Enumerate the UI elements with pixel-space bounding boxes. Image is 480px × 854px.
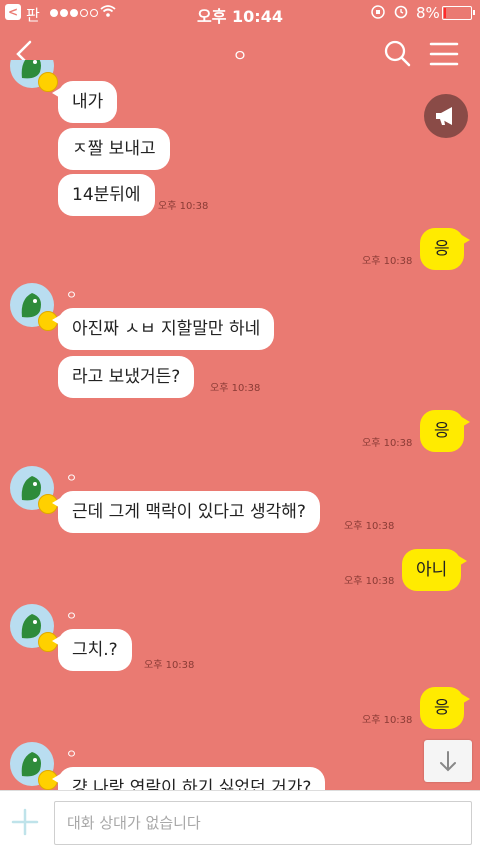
message-input-bar (0, 790, 480, 854)
avatar[interactable] (10, 60, 58, 92)
my-message-bubble[interactable]: 응 (420, 228, 470, 270)
sender-name: ㅇ (66, 288, 78, 302)
sender-name: ㅇ (66, 471, 78, 485)
message-timestamp: 오후 10:38 (362, 256, 413, 267)
message-bubble[interactable]: 걍 나랑 연락이 하기 싫었던 거가? (51, 767, 326, 790)
plus-icon[interactable] (10, 807, 40, 837)
message-bubble[interactable]: 내가 (51, 81, 118, 123)
message-bubble[interactable]: 그치.? (52, 629, 132, 671)
my-message-bubble[interactable]: 응 (420, 410, 470, 452)
message-bubble[interactable]: 라고 보냈거든? (58, 356, 195, 398)
message-bubble[interactable]: 14분뒤에 (58, 174, 155, 216)
status-bar: < 판 오후 10:44 8% (0, 0, 480, 26)
message-timestamp: 오후 10:38 (144, 660, 195, 671)
message-timestamp: 오후 10:38 (344, 521, 395, 532)
message-bubble[interactable]: 근데 그게 맥락이 있다고 생각해? (52, 491, 320, 533)
battery-percent: 8% (416, 4, 440, 22)
message-timestamp: 오후 10:38 (362, 438, 413, 449)
battery-icon (442, 6, 475, 20)
my-message-bubble[interactable]: 아니 (402, 549, 468, 591)
message-timestamp: 오후 10:38 (344, 576, 395, 587)
message-timestamp: 오후 10:38 (158, 201, 209, 212)
alarm-icon (393, 3, 409, 23)
message-bubble[interactable]: 아진짜 ㅅㅂ 지할말만 하네 (51, 308, 275, 350)
avatar[interactable] (10, 742, 58, 790)
my-message-bubble[interactable]: 응 (420, 687, 470, 729)
message-timestamp: 오후 10:38 (210, 383, 261, 394)
sender-name: ㅇ (66, 609, 78, 623)
sender-name: ㅇ (66, 747, 78, 761)
avatar[interactable] (10, 283, 58, 331)
message-bubble[interactable]: ㅈ짤 보내고 (58, 128, 170, 170)
arrow-down-icon[interactable] (424, 740, 472, 782)
avatar[interactable] (10, 466, 58, 514)
megaphone-icon[interactable] (424, 94, 468, 138)
message-timestamp: 오후 10:38 (362, 715, 413, 726)
avatar[interactable] (10, 604, 58, 652)
rotation-lock-icon (370, 4, 386, 24)
message-input[interactable] (54, 801, 472, 845)
chat-messages[interactable]: 내가 ㅈ짤 보내고 14분뒤에 오후 10:38 오후 10:38 응 ㅇ 아진… (0, 60, 480, 790)
